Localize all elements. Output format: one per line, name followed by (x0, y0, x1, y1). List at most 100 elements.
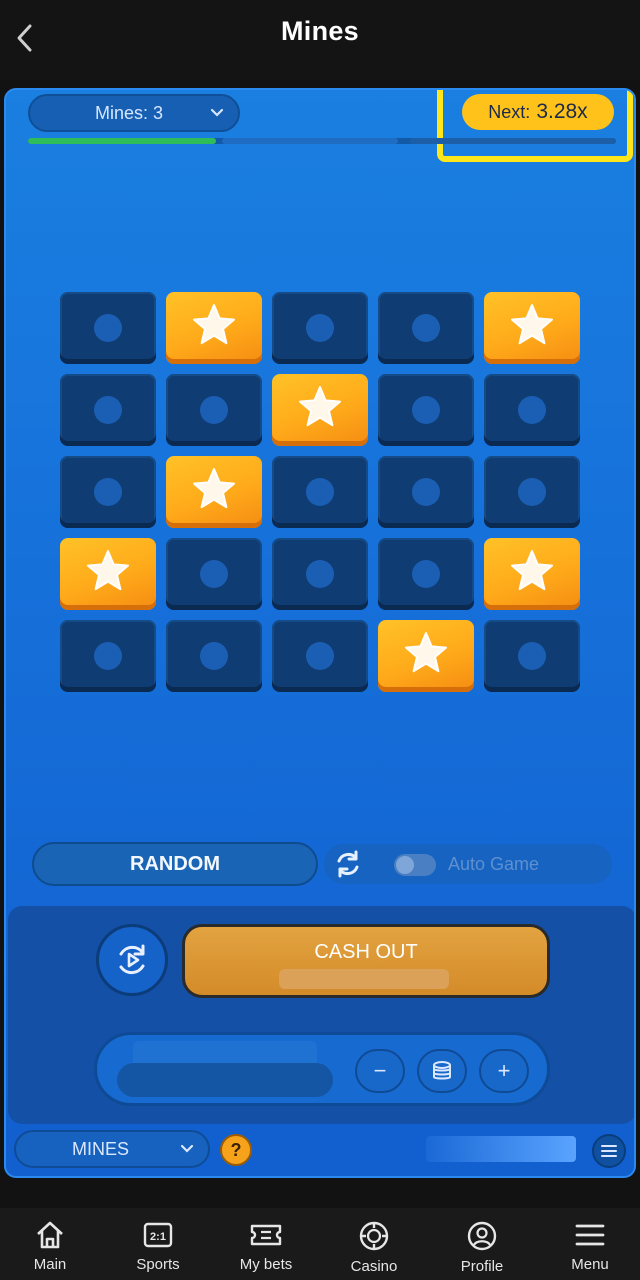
replay-button[interactable] (96, 924, 168, 996)
star-icon (299, 386, 341, 427)
nav-item-profile[interactable]: Profile (436, 1220, 528, 1280)
tile-closed[interactable] (272, 456, 368, 528)
tile-closed[interactable] (166, 374, 262, 446)
ticket-icon (250, 1224, 282, 1246)
highlight-box (437, 90, 633, 162)
tile-closed[interactable] (378, 456, 474, 528)
help-button[interactable]: ? (220, 1134, 252, 1166)
tile-revealed-star[interactable] (378, 620, 474, 692)
random-button[interactable]: RANDOM (32, 842, 318, 886)
tile-dot (94, 396, 122, 424)
progress-fill (28, 138, 217, 144)
tile-revealed-star[interactable] (484, 292, 580, 364)
balance-redacted (426, 1136, 576, 1162)
nav-item-casino[interactable]: Casino (328, 1220, 420, 1280)
cash-out-button[interactable]: CASH OUT (182, 924, 550, 998)
tile-dot (200, 642, 228, 670)
auto-game-toggle[interactable] (394, 854, 436, 876)
tile-closed[interactable] (484, 456, 580, 528)
user-icon (467, 1221, 497, 1251)
game-select[interactable]: MINES (14, 1130, 210, 1168)
mines-count-label: Mines: 3 (94, 102, 164, 123)
bet-panel: CASH OUT − + (8, 906, 634, 1124)
tile-dot (306, 560, 334, 588)
tile-dot (518, 642, 546, 670)
tile-closed[interactable] (60, 456, 156, 528)
page-title: Mines (280, 16, 360, 46)
tile-closed[interactable] (378, 374, 474, 446)
game-panel: Mines: 3 Next: 3.28x RANDOM Auto Game CA… (4, 88, 636, 1178)
tile-dot (94, 478, 122, 506)
bottom-nav: Main 2:1 Sports My bets Casino Profile M… (0, 1208, 640, 1280)
tile-closed[interactable] (272, 292, 368, 364)
tile-closed[interactable] (166, 538, 262, 610)
chevron-down-icon (210, 108, 224, 117)
cash-out-amount-redacted (279, 969, 449, 989)
nav-item-menu[interactable]: Menu (544, 1220, 636, 1280)
star-icon (193, 468, 235, 509)
plus-label: + (497, 1058, 511, 1083)
hamburger-icon (601, 1145, 617, 1157)
mines-grid (60, 292, 584, 692)
tile-closed[interactable] (60, 374, 156, 446)
tile-dot (94, 642, 122, 670)
increase-stake-button[interactable]: + (479, 1049, 529, 1093)
game-select-label: MINES (72, 1138, 130, 1159)
chevron-down-icon (180, 1144, 194, 1153)
star-icon (193, 304, 235, 345)
tile-revealed-star[interactable] (484, 538, 580, 610)
tile-dot (518, 478, 546, 506)
progress-bar (28, 138, 616, 144)
tile-revealed-star[interactable] (166, 456, 262, 528)
help-label: ? (230, 1139, 242, 1160)
tile-closed[interactable] (60, 620, 156, 692)
nav-item-sports[interactable]: 2:1 Sports (112, 1220, 204, 1280)
nav-label: Menu (571, 1256, 609, 1273)
tile-closed[interactable] (484, 374, 580, 446)
tile-dot (306, 642, 334, 670)
nav-item-my-bets[interactable]: My bets (220, 1220, 312, 1280)
svg-text:2:1: 2:1 (150, 1231, 166, 1243)
coins-button[interactable] (417, 1049, 467, 1093)
tile-closed[interactable] (378, 292, 474, 364)
nav-label: Profile (460, 1258, 504, 1275)
tile-dot (412, 396, 440, 424)
coins-icon (433, 1061, 451, 1080)
stake-input[interactable] (117, 1063, 333, 1097)
nav-label: Casino (350, 1258, 398, 1275)
tile-closed[interactable] (272, 538, 368, 610)
star-icon (511, 304, 553, 345)
progress-segment (410, 138, 616, 144)
tile-closed[interactable] (272, 620, 368, 692)
odds-icon: 2:1 (143, 1222, 173, 1248)
star-icon (511, 550, 553, 591)
tile-closed[interactable] (166, 620, 262, 692)
game-menu-button[interactable] (592, 1134, 626, 1168)
nav-label: Sports (136, 1256, 180, 1273)
nav-label: My bets (239, 1256, 293, 1273)
tile-dot (412, 560, 440, 588)
nav-item-main[interactable]: Main (4, 1220, 96, 1280)
mines-count-select[interactable]: Mines: 3 (28, 94, 240, 132)
tile-dot (200, 560, 228, 588)
cash-out-label: CASH OUT (314, 941, 418, 963)
tile-closed[interactable] (484, 620, 580, 692)
tile-revealed-star[interactable] (272, 374, 368, 446)
tile-revealed-star[interactable] (60, 538, 156, 610)
tile-dot (518, 396, 546, 424)
auto-game-control: Auto Game (324, 844, 612, 884)
tile-dot (306, 478, 334, 506)
decrease-stake-button[interactable]: − (355, 1049, 405, 1093)
replay-icon (119, 944, 145, 975)
tile-closed[interactable] (378, 538, 474, 610)
progress-segment (222, 138, 399, 144)
tile-dot (412, 478, 440, 506)
tile-closed[interactable] (60, 292, 156, 364)
game-footer: MINES ? (6, 1130, 634, 1174)
refresh-icon[interactable] (332, 848, 364, 880)
star-icon (87, 550, 129, 591)
stake-control: − + (94, 1032, 550, 1106)
tile-dot (94, 314, 122, 342)
tile-revealed-star[interactable] (166, 292, 262, 364)
star-icon (405, 632, 447, 673)
